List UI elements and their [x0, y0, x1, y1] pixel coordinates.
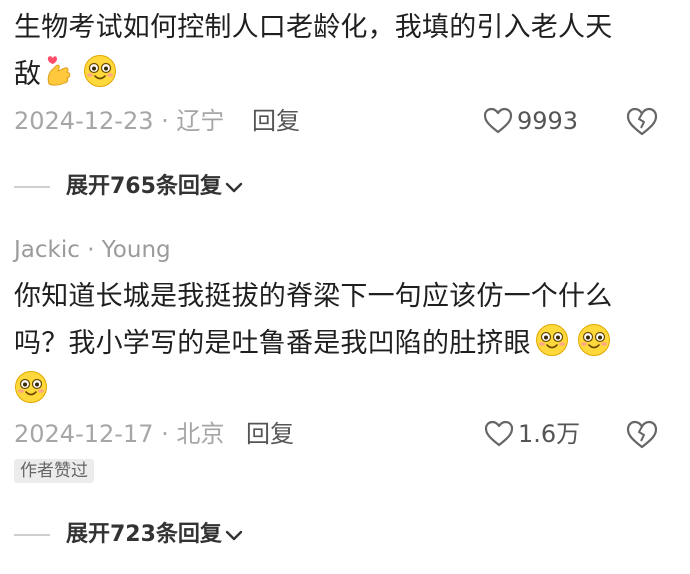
expand-replies-label: 展开723条回复 — [66, 522, 222, 547]
comment-text: 生物考试如何控制人口老龄化，我填的引入老人天 敌 — [14, 4, 612, 98]
comment-text-line-1: 你知道长城是我挺拔的脊梁下一句应该仿一个什么 — [14, 281, 613, 312]
chevron-down-icon — [225, 182, 243, 193]
chevron-down-icon — [225, 530, 243, 541]
comment-username[interactable]: Jackic · Young — [14, 233, 171, 267]
meta-separator: · — [153, 107, 177, 135]
comment-text-line-2: 敌 — [14, 51, 612, 98]
finger-heart-emoji-icon — [47, 56, 71, 86]
reply-button[interactable]: 回复 — [252, 104, 300, 138]
heart-outline-icon — [483, 107, 513, 134]
comment-text-line-3 — [14, 367, 612, 414]
reply-button[interactable]: 回复 — [246, 417, 294, 451]
comment-date: 2024-12-17 — [14, 420, 154, 448]
expand-replies-button[interactable]: 展开723条回复 — [14, 518, 244, 552]
broken-heart-icon[interactable] — [626, 420, 658, 450]
comment-meta: 2024-12-17 · 北京 回复 — [14, 417, 294, 451]
comment-text: 你知道长城是我挺拔的脊梁下一句应该仿一个什么 吗？我小学写的是吐鲁番是我凹陷的肚… — [14, 273, 612, 414]
smile-emoji-icon — [535, 324, 568, 356]
like-count: 9993 — [517, 107, 579, 135]
like-button[interactable]: 1.6万 — [484, 417, 580, 451]
expand-divider — [14, 534, 50, 536]
like-button[interactable]: 9993 — [483, 104, 578, 138]
comment-text-line-2: 吗？我小学写的是吐鲁番是我凹陷的肚挤眼 — [14, 320, 612, 367]
comment-location: 北京 — [176, 420, 225, 448]
comment-text-line-1: 生物考试如何控制人口老龄化，我填的引入老人天 — [14, 12, 613, 43]
comment-meta: 2024-12-23 · 辽宁 回复 — [14, 104, 300, 138]
expand-replies-button[interactable]: 展开765条回复 — [14, 170, 244, 204]
broken-heart-icon[interactable] — [626, 107, 658, 137]
meta-separator: · — [153, 420, 177, 448]
heart-outline-icon — [484, 420, 514, 447]
comment-location: 辽宁 — [176, 107, 225, 135]
author-liked-badge: 作者赞过 — [14, 459, 94, 483]
comment-text-tail: 敌 — [14, 59, 42, 90]
smile-emoji-icon — [15, 371, 47, 403]
comment-text-tail: 吗？我小学写的是吐鲁番是我凹陷的肚挤眼 — [14, 328, 531, 359]
expand-replies-label: 展开765条回复 — [66, 174, 222, 199]
smile-emoji-icon — [577, 324, 610, 356]
comment-date: 2024-12-23 — [14, 107, 154, 135]
smile-emoji-icon — [84, 55, 117, 87]
expand-divider — [14, 186, 50, 188]
like-count: 1.6万 — [518, 420, 581, 448]
